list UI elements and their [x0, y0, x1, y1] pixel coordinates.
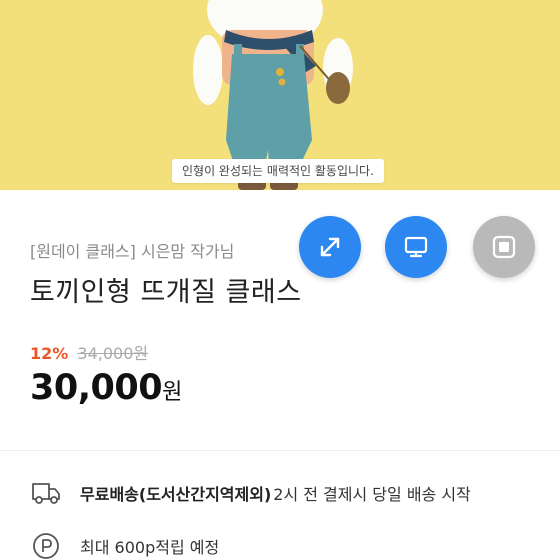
shipping-detail: 2시 전 결제시 당일 배송 시작	[273, 485, 471, 504]
product-title: 토끼인형 뜨개질 클래스	[30, 277, 302, 308]
screen-mode-button[interactable]	[385, 216, 447, 278]
original-price: 34,000원	[77, 344, 149, 363]
sale-price: 30,000원	[30, 368, 182, 408]
delivery-truck-icon	[30, 477, 62, 509]
stop-square-icon	[492, 235, 516, 259]
price-unit: 원	[162, 380, 183, 405]
shipping-info: 무료배송(도서산간지역제외) 2시 전 결제시 당일 배송 시작	[30, 477, 471, 509]
points-text: 최대 600p적립 예정	[80, 538, 220, 557]
shipping-free-label: 무료배송(도서산간지역제외)	[80, 485, 272, 504]
expand-button[interactable]	[299, 216, 361, 278]
discount-row: 12% 34,000원	[30, 340, 148, 364]
points-info: 최대 600p적립 예정	[30, 530, 219, 560]
point-p-icon	[30, 530, 62, 560]
product-breadcrumb[interactable]: [원데이 클래스] 시은맘 작가님	[30, 238, 234, 262]
section-divider	[0, 450, 560, 451]
expand-arrows-icon	[320, 237, 340, 257]
stop-button[interactable]	[473, 216, 535, 278]
price-value: 30,000	[30, 368, 163, 408]
product-hero-image: 인형이 완성되는 매력적인 활동입니다.	[0, 0, 560, 190]
hero-caption: 인형이 완성되는 매력적인 활동입니다.	[172, 159, 384, 183]
discount-rate: 12%	[30, 344, 69, 363]
monitor-icon	[404, 236, 428, 258]
